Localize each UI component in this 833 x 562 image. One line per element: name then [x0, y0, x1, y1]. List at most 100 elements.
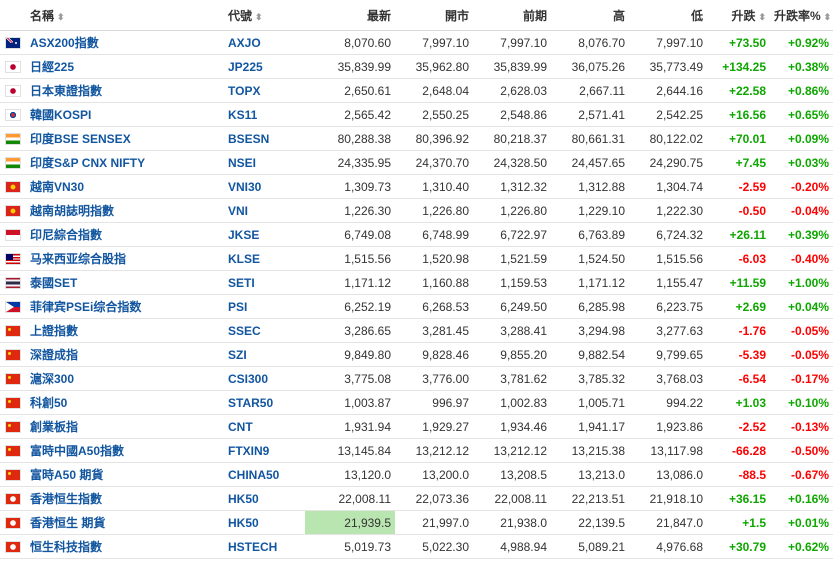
last-price-cell: 1,003.87 [305, 390, 395, 415]
table-row[interactable]: 上證指數 SSEC 3,286.65 3,281.45 3,288.41 3,294.98… [0, 318, 833, 343]
symbol-link[interactable]: PSI [228, 300, 247, 314]
index-name-link[interactable]: 菲律宾PSEi综合指数 [30, 300, 141, 314]
change-cell: +70.01 [707, 126, 770, 151]
table-row[interactable]: 滬深300 CSI300 3,775.08 3,776.00 3,781.62 3,785… [0, 366, 833, 391]
china-flag-icon [6, 350, 20, 360]
index-name-link[interactable]: 日經225 [30, 60, 74, 74]
index-name-link[interactable]: 印尼綜合指數 [30, 228, 102, 242]
table-row[interactable]: 科創50 STAR50 1,003.87 996.97 1,002.83 1,005.71… [0, 390, 833, 415]
column-header-last[interactable]: 最新 [305, 0, 395, 31]
low-cell: 7,997.10 [629, 30, 707, 55]
table-row[interactable]: 深證成指 SZI 9,849.80 9,828.46 9,855.20 9,882.54 9… [0, 342, 833, 367]
index-name-link[interactable]: 香港恒生 期貨 [30, 516, 105, 530]
table-row[interactable]: 马来西亚综合股指 KLSE 1,515.56 1,520.98 1,521.59 1,52… [0, 246, 833, 271]
symbol-link[interactable]: CNT [228, 420, 253, 434]
last-price-cell: 1,171.12 [305, 270, 395, 295]
column-header-name[interactable]: 名稱 ⬍ [0, 0, 220, 31]
symbol-link[interactable]: HSTECH [228, 540, 277, 554]
index-name-link[interactable]: 創業板指 [30, 420, 78, 434]
table-row[interactable]: 日經225 JP225 35,839.99 35,962.80 35,839.99 36,… [0, 54, 833, 79]
index-name-link[interactable]: 深證成指 [30, 348, 78, 362]
open-cell: 22,073.36 [395, 486, 473, 511]
symbol-link[interactable]: JKSE [228, 228, 259, 242]
symbol-link[interactable]: VNI30 [228, 180, 261, 194]
symbol-link[interactable]: SZI [228, 348, 247, 362]
table-row[interactable]: 韓國KOSPI KS11 2,565.42 2,550.25 2,548.86 2,571… [0, 102, 833, 127]
high-cell: 1,524.50 [551, 246, 629, 271]
index-name-link[interactable]: 印度S&P CNX NIFTY [30, 156, 145, 170]
symbol-link[interactable]: HK50 [228, 492, 259, 506]
symbol-link[interactable]: CSI300 [228, 372, 268, 386]
index-name-link[interactable]: 日本東證指數 [30, 84, 102, 98]
table-row[interactable]: 泰國SET SETI 1,171.12 1,160.88 1,159.53 1,171.1… [0, 270, 833, 295]
change-pct-cell: +0.10% [770, 390, 833, 415]
symbol-cell: CHINA50 [220, 462, 305, 487]
index-name-link[interactable]: 滬深300 [30, 372, 74, 386]
symbol-link[interactable]: SSEC [228, 324, 261, 338]
index-name-link[interactable]: 越南胡誌明指數 [30, 204, 114, 218]
table-row[interactable]: 印度BSE SENSEX BSESN 80,288.38 80,396.92 80,21… [0, 126, 833, 151]
index-name-link[interactable]: 马来西亚综合股指 [30, 252, 126, 266]
index-name-link[interactable]: 泰國SET [30, 276, 77, 290]
index-name-link[interactable]: 富時A50 期貨 [30, 468, 103, 482]
symbol-link[interactable]: BSESN [228, 132, 269, 146]
high-cell: 1,171.12 [551, 270, 629, 295]
symbol-link[interactable]: AXJO [228, 36, 261, 50]
symbol-link[interactable]: HK50 [228, 516, 259, 530]
high-cell: 13,213.0 [551, 462, 629, 487]
column-header-prev[interactable]: 前期 [473, 0, 551, 31]
india-flag-icon [6, 158, 20, 168]
table-row[interactable]: 香港恒生 期貨 HK50 21,939.5 21,997.0 21,938.0 22,13… [0, 510, 833, 535]
column-header-open[interactable]: 開市 [395, 0, 473, 31]
change-pct-cell: +0.65% [770, 102, 833, 127]
table-row[interactable]: 恒生科技指數 HSTECH 5,019.73 5,022.30 4,988.94 5,08… [0, 534, 833, 559]
index-name-link[interactable]: 香港恒生指數 [30, 492, 102, 506]
index-name-link[interactable]: 韓國KOSPI [30, 108, 91, 122]
china-flag-icon [6, 470, 20, 480]
symbol-link[interactable]: NSEI [228, 156, 256, 170]
prev-close-cell: 6,249.50 [473, 294, 551, 319]
table-row[interactable]: ASX200指數 AXJO 8,070.60 7,997.10 7,997.10 8,07… [0, 30, 833, 55]
low-cell: 4,976.68 [629, 534, 707, 559]
symbol-link[interactable]: CHINA50 [228, 468, 279, 482]
open-cell: 996.97 [395, 390, 473, 415]
index-name-link[interactable]: 越南VN30 [30, 180, 84, 194]
table-row[interactable]: 香港恒生指數 HK50 22,008.11 22,073.36 22,008.11 22,… [0, 486, 833, 511]
column-header-change-pct[interactable]: 升跌率% ⬍ [770, 0, 833, 31]
symbol-link[interactable]: STAR50 [228, 396, 273, 410]
symbol-link[interactable]: KS11 [228, 108, 257, 122]
table-row[interactable]: 印度S&P CNX NIFTY NSEI 24,335.95 24,370.70 24,… [0, 150, 833, 175]
table-row[interactable]: 日本東證指數 TOPX 2,650.61 2,648.04 2,628.03 2,667.… [0, 78, 833, 103]
index-name-link[interactable]: 恒生科技指數 [30, 540, 102, 554]
change-pct-cell: -0.50% [770, 438, 833, 463]
table-row[interactable]: 創業板指 CNT 1,931.94 1,929.27 1,934.46 1,941.17 1… [0, 414, 833, 439]
index-name-cell: 印尼綜合指數 [0, 222, 220, 247]
column-header-low[interactable]: 低 [629, 0, 707, 31]
open-cell: 24,370.70 [395, 150, 473, 175]
table-row[interactable]: 菲律宾PSEi综合指数 PSI 6,252.19 6,268.53 6,249.50 6,… [0, 294, 833, 319]
symbol-cell: KLSE [220, 246, 305, 271]
prev-close-cell: 80,218.37 [473, 126, 551, 151]
symbol-link[interactable]: KLSE [228, 252, 260, 266]
index-name-link[interactable]: 富時中國A50指數 [30, 444, 124, 458]
symbol-link[interactable]: FTXIN9 [228, 444, 269, 458]
index-name-cell: 日經225 [0, 54, 220, 79]
table-row[interactable]: 富時A50 期貨 CHINA50 13,120.0 13,200.0 13,208.5 1… [0, 462, 833, 487]
column-header-change[interactable]: 升跌 ⬍ [707, 0, 770, 31]
table-row[interactable]: 越南VN30 VNI30 1,309.73 1,310.40 1,312.32 1,312… [0, 174, 833, 199]
index-name-link[interactable]: 上證指數 [30, 324, 78, 338]
symbol-link[interactable]: VNI [228, 204, 248, 218]
change-pct-cell: -0.05% [770, 318, 833, 343]
prev-close-cell: 22,008.11 [473, 486, 551, 511]
table-row[interactable]: 越南胡誌明指數 VNI 1,226.30 1,226.80 1,226.80 1,229.… [0, 198, 833, 223]
index-name-link[interactable]: 印度BSE SENSEX [30, 132, 131, 146]
table-row[interactable]: 印尼綜合指數 JKSE 6,749.08 6,748.99 6,722.97 6,763.… [0, 222, 833, 247]
symbol-link[interactable]: JP225 [228, 60, 263, 74]
table-row[interactable]: 富時中國A50指數 FTXIN9 13,145.84 13,212.12 13,212.… [0, 438, 833, 463]
index-name-link[interactable]: ASX200指數 [30, 36, 99, 50]
column-header-high[interactable]: 高 [551, 0, 629, 31]
index-name-link[interactable]: 科創50 [30, 396, 67, 410]
column-header-symbol[interactable]: 代號 ⬍ [220, 0, 305, 31]
symbol-link[interactable]: TOPX [228, 84, 260, 98]
symbol-link[interactable]: SETI [228, 276, 255, 290]
